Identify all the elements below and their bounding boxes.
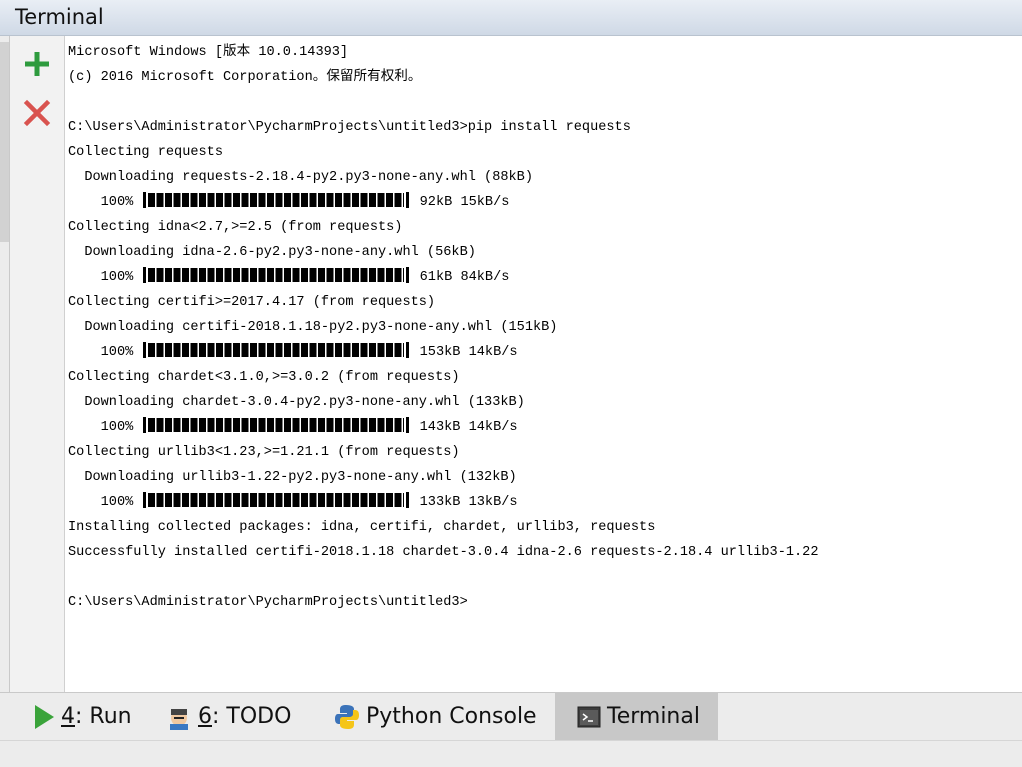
- download-progress-line: 100% 143kB 14kB/s: [68, 415, 1022, 440]
- new-session-button[interactable]: [22, 49, 52, 79]
- terminal-line: Microsoft Windows [版本 10.0.14393]: [68, 45, 349, 60]
- progress-percent: 100%: [100, 495, 134, 510]
- tab-python-console-label: Python Console: [366, 704, 537, 729]
- terminal-line: (c) 2016 Microsoft Corporation。保留所有权利。: [68, 70, 422, 85]
- tab-python-console[interactable]: Python Console: [334, 693, 537, 740]
- tab-todo-mnemonic: 6: [198, 704, 212, 729]
- progress-size: 153kB: [419, 345, 461, 360]
- terminal-line: Collecting urllib3<1.23,>=1.21.1 (from r…: [68, 445, 460, 460]
- tab-todo-label: : TODO: [212, 704, 292, 729]
- progress-size: 92kB: [419, 195, 453, 210]
- progress-speed: 14kB/s: [468, 345, 518, 360]
- terminal-icon: [577, 706, 601, 728]
- progress-bar: [148, 268, 405, 282]
- download-progress-line: 100% 133kB 13kB/s: [68, 490, 1022, 515]
- tool-window-bar: 4: Run 6: TODO Python Console Terminal: [0, 692, 1022, 740]
- progress-bar: [148, 418, 405, 432]
- progress-bar: [148, 493, 405, 507]
- run-icon: [33, 704, 55, 730]
- progress-speed: 13kB/s: [468, 495, 518, 510]
- tool-window-header: Terminal: [0, 0, 1022, 36]
- terminal-line: Downloading certifi-2018.1.18-py2.py3-no…: [68, 320, 558, 335]
- terminal-line: Installing collected packages: idna, cer…: [68, 520, 656, 535]
- download-progress-line: 100% 153kB 14kB/s: [68, 340, 1022, 365]
- terminal-line: Downloading chardet-3.0.4-py2.py3-none-a…: [68, 395, 525, 410]
- terminal-line: Collecting chardet<3.1.0,>=3.0.2 (from r…: [68, 370, 460, 385]
- terminal-line: C:\Users\Administrator\PycharmProjects\u…: [68, 120, 631, 135]
- terminal-line: Successfully installed certifi-2018.1.18…: [68, 545, 819, 560]
- progress-speed: 14kB/s: [468, 420, 518, 435]
- plus-icon: [25, 52, 49, 76]
- progress-speed: 15kB/s: [460, 195, 510, 210]
- terminal-line: Downloading requests-2.18.4-py2.py3-none…: [68, 170, 533, 185]
- tab-terminal-label: Terminal: [607, 704, 700, 729]
- progress-bar: [148, 343, 405, 357]
- close-session-button[interactable]: [22, 98, 52, 128]
- download-progress-line: 100% 61kB 84kB/s: [68, 265, 1022, 290]
- tool-window-title: Terminal: [15, 5, 104, 29]
- progress-percent: 100%: [100, 420, 134, 435]
- terminal-output[interactable]: Microsoft Windows [版本 10.0.14393] (c) 201…: [65, 36, 1022, 692]
- progress-speed: 84kB/s: [460, 270, 510, 285]
- terminal-line: Collecting idna<2.7,>=2.5 (from requests…: [68, 220, 403, 235]
- terminal-toolbar: [10, 36, 65, 692]
- progress-bar: [148, 193, 405, 207]
- status-bar: [0, 740, 1022, 767]
- tab-run[interactable]: 4: Run: [33, 693, 132, 740]
- todo-icon: [166, 704, 192, 730]
- scrollbar-thumb[interactable]: [0, 42, 9, 242]
- progress-size: 143kB: [419, 420, 461, 435]
- download-progress-line: 100% 92kB 15kB/s: [68, 190, 1022, 215]
- tab-run-label: : Run: [75, 704, 132, 729]
- progress-size: 133kB: [419, 495, 461, 510]
- tab-todo[interactable]: 6: TODO: [166, 693, 291, 740]
- tab-run-mnemonic: 4: [61, 704, 75, 729]
- left-scrollbar[interactable]: [0, 36, 10, 692]
- tab-terminal[interactable]: Terminal: [555, 693, 718, 740]
- terminal-line: Collecting requests: [68, 145, 223, 160]
- terminal-line: C:\Users\Administrator\PycharmProjects\u…: [68, 595, 468, 610]
- progress-percent: 100%: [100, 345, 134, 360]
- terminal-line: Downloading idna-2.6-py2.py3-none-any.wh…: [68, 245, 476, 260]
- close-icon: [23, 99, 51, 127]
- progress-percent: 100%: [100, 270, 134, 285]
- terminal-line: Collecting certifi>=2017.4.17 (from requ…: [68, 295, 436, 310]
- terminal-line: Downloading urllib3-1.22-py2.py3-none-an…: [68, 470, 517, 485]
- progress-size: 61kB: [419, 270, 453, 285]
- python-icon: [334, 704, 360, 730]
- progress-percent: 100%: [100, 195, 134, 210]
